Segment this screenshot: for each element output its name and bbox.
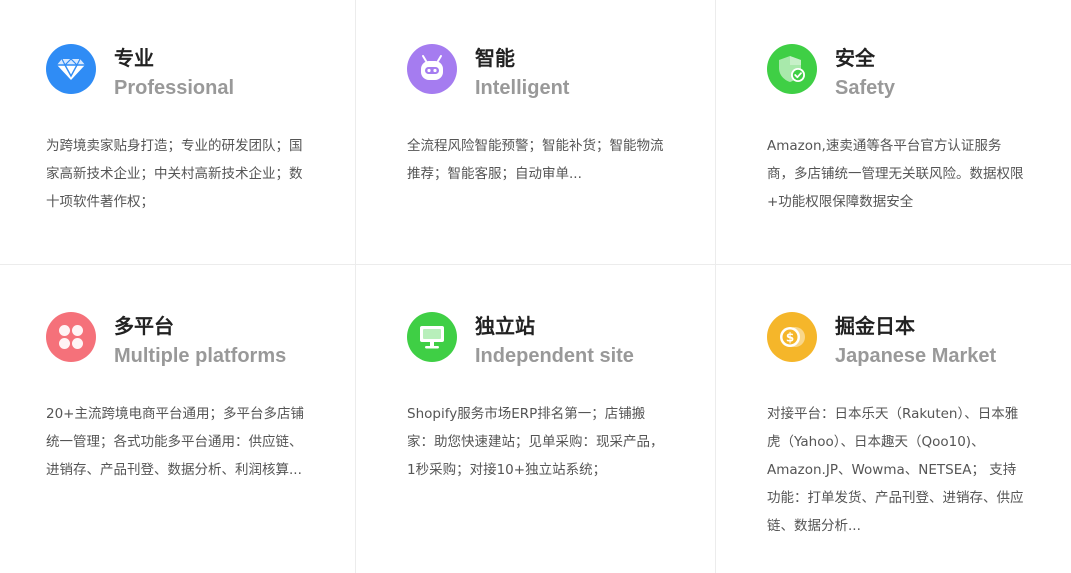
diamond-icon (46, 44, 96, 94)
feature-description: 20+主流跨境电商平台通用；多平台多店铺统一管理；各式功能多平台通用：供应链、进… (46, 406, 304, 478)
feature-subtitle: Safety (835, 77, 896, 99)
robot-icon (407, 44, 457, 94)
feature-title: 智能 (475, 46, 515, 70)
feature-subtitle: Professional (114, 77, 235, 99)
features-grid: 专业 Professional 为跨境卖家贴身打造；专业的研发团队；国家高新技术… (0, 0, 1071, 573)
svg-text:$: $ (786, 331, 794, 345)
feature-description: 为跨境卖家贴身打造；专业的研发团队；国家高新技术企业；中关村高新技术企业；数十项… (46, 138, 303, 210)
feature-title: 掘金日本 (835, 314, 915, 338)
feature-description: Shopify服务市场ERP排名第一；店铺搬家：助您快速建站；见单采购：现采产品… (407, 406, 664, 478)
clover-icon (46, 312, 96, 362)
feature-title: 独立站 (475, 314, 535, 338)
feature-subtitle: Independent site (475, 345, 634, 367)
feature-description: 对接平台：日本乐天（Rakuten）、日本雅虎（Yahoo）、日本趣天（Qoo1… (767, 406, 1024, 534)
feature-title: 专业 (114, 46, 154, 70)
feature-title: 安全 (835, 46, 875, 70)
monitor-icon (407, 312, 457, 362)
feature-subtitle: Japanese Market (835, 345, 997, 367)
feature-description: 全流程风险智能预警；智能补货；智能物流推荐；智能客服；自动审单... (407, 138, 664, 182)
shield-check-icon (767, 44, 817, 94)
feature-description: Amazon,速卖通等各平台官方认证服务商，多店铺统一管理无关联风险。数据权限+… (767, 138, 1024, 210)
feature-subtitle: Intelligent (475, 77, 570, 99)
divider (355, 0, 356, 573)
divider (715, 0, 716, 573)
divider (0, 264, 1071, 265)
coin-icon: $ (767, 312, 817, 362)
feature-title: 多平台 (114, 314, 174, 338)
feature-subtitle: Multiple platforms (114, 345, 287, 367)
